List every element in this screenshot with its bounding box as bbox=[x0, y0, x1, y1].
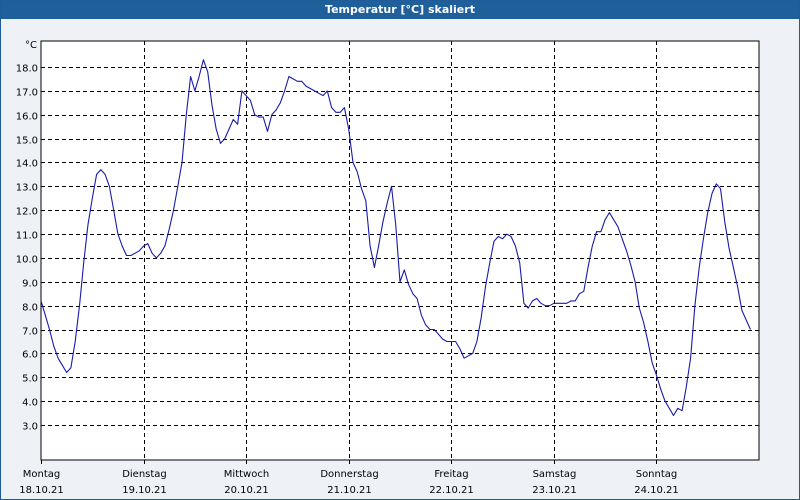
x-tick-day-label: Freitag bbox=[434, 469, 468, 480]
y-axis: °C bbox=[25, 40, 37, 51]
y-tick-label: 18.0 bbox=[16, 64, 38, 75]
temperature-chart: °C 3.0 4.0 5.0 6.0 7.0 8.0 9.0 10.0 11.0 12.0 13.0… bbox=[16, 40, 760, 496]
x-tick-date-label: 18.10.21 bbox=[19, 485, 64, 496]
x-tick-date-label: 20.10.21 bbox=[224, 485, 269, 496]
y-tick-label: 15.0 bbox=[16, 136, 38, 147]
x-tick-day-label: Samstag bbox=[533, 469, 577, 480]
y-tick-label: 11.0 bbox=[16, 231, 38, 242]
x-tick-date-label: 21.10.21 bbox=[327, 485, 372, 496]
y-tick-label: 17.0 bbox=[16, 88, 38, 99]
plot-area bbox=[40, 40, 760, 461]
y-axis-ticks: 3.0 4.0 5.0 6.0 7.0 8.0 9.0 10.0 11.0 12.0 13.0 14.… bbox=[16, 64, 38, 433]
x-tick-day-label: Sonntag bbox=[636, 469, 678, 480]
x-tick-date-label: 19.10.21 bbox=[122, 485, 167, 496]
y-tick-label: 5.0 bbox=[22, 374, 38, 385]
x-tick-date-label: 23.10.21 bbox=[532, 485, 577, 496]
x-tick-day-label: Montag bbox=[23, 469, 60, 480]
y-tick-label: 16.0 bbox=[16, 112, 38, 123]
x-axis-ticks: Montag 18.10.21 Dienstag 19.10.21 Mittwoch 20… bbox=[19, 460, 679, 496]
y-tick-label: 10.0 bbox=[16, 255, 38, 266]
y-axis-unit-label: °C bbox=[25, 40, 37, 51]
y-tick-label: 9.0 bbox=[22, 279, 38, 290]
x-tick-day-label: Donnerstag bbox=[320, 469, 378, 480]
x-tick-day-label: Dienstag bbox=[122, 469, 167, 480]
x-tick-date-label: 22.10.21 bbox=[429, 485, 474, 496]
y-tick-label: 6.0 bbox=[22, 350, 38, 361]
y-tick-label: 13.0 bbox=[16, 183, 38, 194]
y-tick-label: 12.0 bbox=[16, 207, 38, 218]
y-tick-label: 3.0 bbox=[22, 422, 38, 433]
x-tick-day-label: Mittwoch bbox=[224, 469, 269, 480]
y-tick-label: 7.0 bbox=[22, 327, 38, 338]
y-tick-label: 14.0 bbox=[16, 159, 38, 170]
x-tick-date-label: 24.10.21 bbox=[634, 485, 679, 496]
y-tick-label: 8.0 bbox=[22, 303, 38, 314]
y-tick-label: 4.0 bbox=[22, 398, 38, 409]
